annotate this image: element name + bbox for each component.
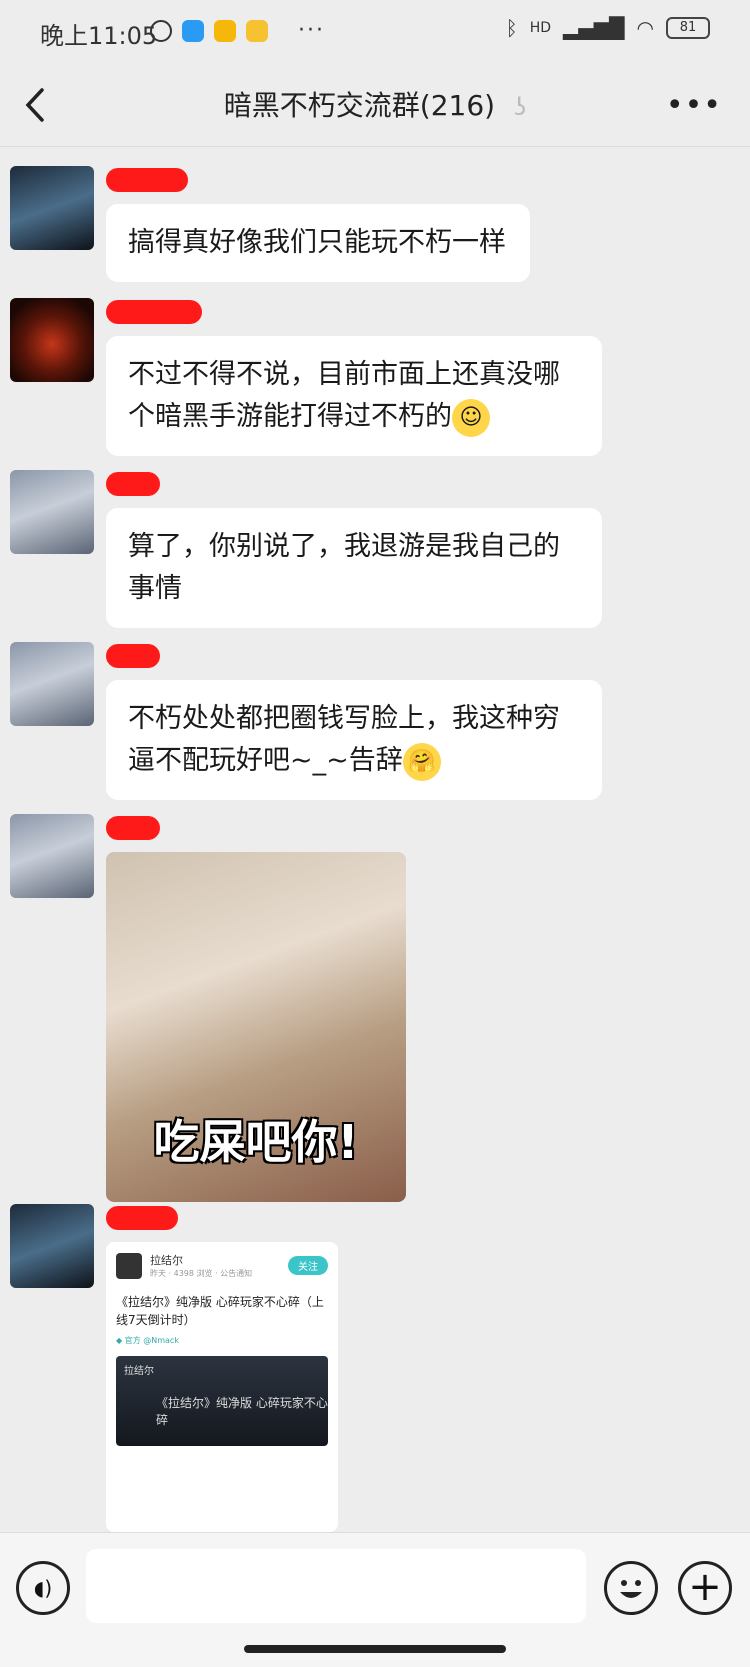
- signal-icon: ▂▄▆█: [563, 16, 625, 40]
- chat-header: 暗黑不朽交流群(216) ʖ •••: [0, 66, 750, 147]
- alarm-icon: [150, 19, 172, 42]
- post-tag: ◆ 官方 @Nmack: [116, 1336, 179, 1345]
- plus-icon: +: [688, 1564, 722, 1610]
- puppies-meme-image: 吃屎吧你!: [106, 852, 406, 1202]
- status-bar: 晚上11:05 ··· ᛒ HD ▂▄▆█ ◠ 81: [0, 0, 750, 66]
- bluetooth-icon: ᛒ: [505, 16, 518, 40]
- post-title: 《拉结尔》纯净版 心碎玩家不心碎（上线7天倒计时）: [116, 1295, 324, 1327]
- sender-name-redacted: [106, 300, 202, 324]
- post-image-brand: 拉结尔: [124, 1366, 154, 1377]
- avatar[interactable]: [10, 166, 94, 250]
- follow-button[interactable]: 关注: [288, 1256, 328, 1275]
- message-item: 不过不得不说，目前市面上还真没哪个暗黑手游能打得过不朽的 ☺: [10, 298, 730, 458]
- emoji-button[interactable]: [604, 1561, 658, 1615]
- shared-post-card[interactable]: 拉结尔 昨天 · 4398 浏览 · 公告通知 关注 《拉结尔》纯净版 心碎玩家…: [106, 1242, 338, 1532]
- sender-name-redacted: [106, 816, 160, 840]
- message-item: 拉结尔 昨天 · 4398 浏览 · 公告通知 关注 《拉结尔》纯净版 心碎玩家…: [10, 1204, 730, 1534]
- status-notification-icons: ···: [150, 18, 325, 43]
- message-bubble[interactable]: 不过不得不说，目前市面上还真没哪个暗黑手游能打得过不朽的 ☺: [106, 336, 602, 456]
- smiling-face-emoji-icon: ☺: [452, 398, 490, 437]
- avatar[interactable]: [10, 642, 94, 726]
- meme-caption: 吃屎吧你!: [153, 1115, 359, 1169]
- message-text: 算了，你别说了，我退游是我自己的事情: [128, 531, 560, 604]
- status-time: 晚上11:05: [40, 22, 158, 50]
- more-notifications-icon: ···: [298, 18, 325, 43]
- chat-title: 暗黑不朽交流群(216) ʖ: [0, 84, 750, 124]
- battery-indicator: 81: [666, 17, 710, 39]
- sender-name-redacted: [106, 168, 188, 192]
- image-message[interactable]: 吃屎吧你!: [106, 852, 406, 1202]
- message-bubble[interactable]: 算了，你别说了，我退游是我自己的事情: [106, 508, 602, 628]
- sender-name-redacted: [106, 1206, 178, 1230]
- message-bubble[interactable]: 搞得真好像我们只能玩不朽一样: [106, 204, 530, 282]
- sender-name-redacted: [106, 472, 160, 496]
- voice-input-button[interactable]: ◖): [16, 1561, 70, 1615]
- cloud-app-icon: [182, 19, 204, 42]
- message-item: 吃屎吧你!: [10, 814, 730, 1202]
- message-bubble[interactable]: 不朽处处都把圈钱写脸上，我这种穷逼不配玩好吧~_~告辞 🤗: [106, 680, 602, 800]
- shared-post-header: 拉结尔 昨天 · 4398 浏览 · 公告通知 关注: [106, 1242, 338, 1289]
- ear-icon[interactable]: ʖ: [514, 93, 526, 121]
- message-input[interactable]: [86, 1549, 586, 1623]
- message-text: 不朽处处都把圈钱写脸上，我这种穷逼不配玩好吧~_~告辞: [128, 703, 560, 776]
- sender-name-redacted: [106, 644, 160, 668]
- folder-app-icon: [214, 19, 236, 42]
- add-attachment-button[interactable]: +: [678, 1561, 732, 1615]
- message-text: 搞得真好像我们只能玩不朽一样: [128, 227, 506, 258]
- post-author: 拉结尔: [150, 1254, 183, 1267]
- post-image: 拉结尔 《拉结尔》纯净版 心碎玩家不心碎: [116, 1356, 328, 1446]
- voice-icon: ◖): [33, 1576, 53, 1600]
- avatar[interactable]: [10, 298, 94, 382]
- signal-label: HD: [529, 20, 552, 36]
- message-item: 不朽处处都把圈钱写脸上，我这种穷逼不配玩好吧~_~告辞 🤗: [10, 642, 730, 802]
- avatar[interactable]: [10, 1204, 94, 1288]
- avatar[interactable]: [10, 470, 94, 554]
- wallet-app-icon: [246, 19, 268, 42]
- message-text: 不过不得不说，目前市面上还真没哪个暗黑手游能打得过不朽的: [128, 359, 560, 432]
- status-right: ᛒ HD ▂▄▆█ ◠ 81: [506, 16, 710, 40]
- group-name: 暗黑不朽交流群(216): [223, 89, 496, 122]
- input-bar: ◖) +: [0, 1532, 750, 1667]
- smiley-icon: [620, 1580, 642, 1598]
- post-author-avatar: [116, 1252, 142, 1279]
- avatar[interactable]: [10, 814, 94, 898]
- post-image-text: 《拉结尔》纯净版 心碎玩家不心碎: [156, 1396, 328, 1427]
- message-item: 算了，你别说了，我退游是我自己的事情: [10, 470, 730, 630]
- message-item: 搞得真好像我们只能玩不朽一样: [10, 166, 730, 286]
- wifi-icon: ◠: [636, 16, 654, 40]
- more-options-button[interactable]: •••: [666, 88, 722, 123]
- post-meta: 昨天 · 4398 浏览 · 公告通知: [150, 1269, 253, 1278]
- hugging-face-emoji-icon: 🤗: [402, 742, 441, 781]
- home-indicator[interactable]: [244, 1645, 506, 1653]
